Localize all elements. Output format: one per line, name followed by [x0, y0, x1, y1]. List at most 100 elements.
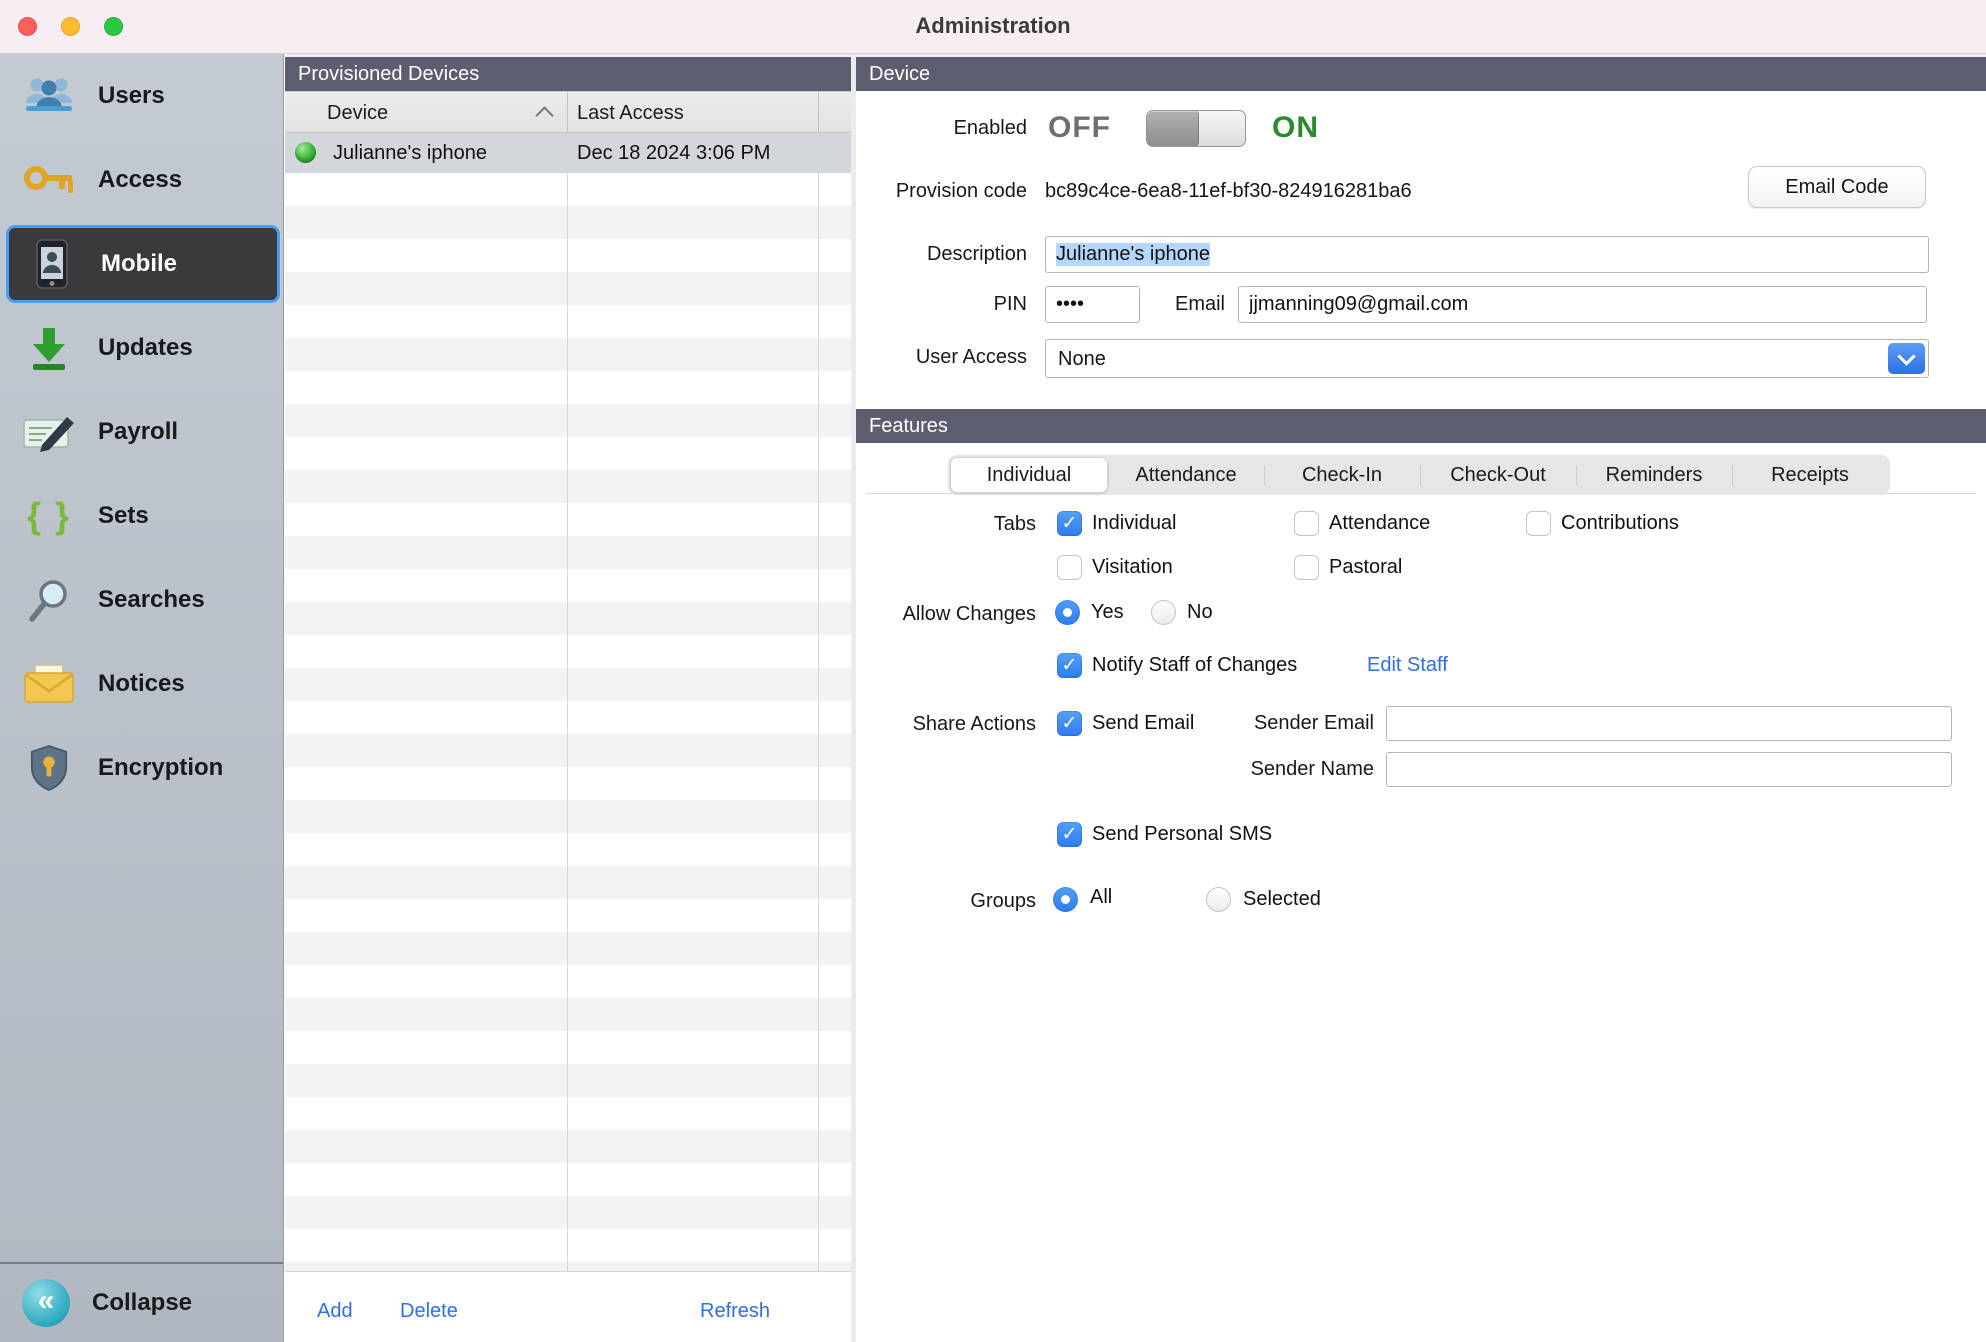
toggle-off-label: OFF	[1048, 108, 1111, 148]
key-icon	[16, 162, 82, 198]
refresh-devices-button[interactable]: Refresh	[700, 1300, 770, 1323]
user-access-label: User Access	[777, 344, 1027, 370]
check-pen-icon	[16, 411, 82, 453]
column-separator	[567, 92, 568, 132]
sidebar-item-label: Access	[98, 166, 182, 194]
checkbox-send-personal-sms[interactable]	[1057, 822, 1082, 847]
sidebar-item-label: Mobile	[101, 250, 177, 278]
table-column-line	[567, 133, 568, 1271]
checkbox-pastoral-label: Pastoral	[1329, 555, 1402, 580]
tab-receipts[interactable]: Receipts	[1732, 457, 1888, 493]
sidebar: Users Access	[0, 54, 284, 1342]
sidebar-item-searches[interactable]: Searches	[0, 558, 283, 642]
tab-check-out[interactable]: Check-Out	[1420, 457, 1576, 493]
sidebar-item-mobile[interactable]: Mobile	[6, 225, 280, 303]
checkbox-attendance-label: Attendance	[1329, 511, 1430, 536]
sidebar-item-payroll[interactable]: Payroll	[0, 390, 283, 474]
collapse-button[interactable]: Collapse	[0, 1262, 283, 1342]
features-tab-bar: Individual Attendance Check-In Check-Out…	[948, 455, 1890, 495]
sidebar-item-users[interactable]: Users	[0, 54, 283, 138]
device-row[interactable]: Julianne's iphone Dec 18 2024 3:06 PM	[285, 133, 851, 173]
groups-label: Groups	[786, 888, 1036, 914]
pin-label: PIN	[827, 291, 1027, 317]
sidebar-item-label: Updates	[98, 334, 193, 362]
checkbox-attendance[interactable]	[1294, 511, 1319, 536]
sidebar-item-label: Notices	[98, 670, 185, 698]
radio-allow-changes-no[interactable]	[1151, 600, 1176, 625]
sidebar-item-label: Searches	[98, 586, 205, 614]
column-header-last-access[interactable]: Last Access	[577, 93, 684, 133]
email-code-button[interactable]: Email Code	[1748, 166, 1926, 208]
collapse-label: Collapse	[92, 1289, 192, 1317]
provision-code-label: Provision code	[777, 178, 1027, 204]
dropdown-button[interactable]	[1888, 343, 1925, 374]
administration-window: Administration Users	[0, 0, 1986, 1342]
radio-yes-label: Yes	[1091, 600, 1124, 625]
description-input[interactable]: Julianne's iphone	[1045, 236, 1929, 273]
mobile-icon	[19, 239, 85, 289]
last-access-cell: Dec 18 2024 3:06 PM	[577, 133, 770, 173]
enabled-label: Enabled	[827, 115, 1027, 141]
checkbox-individual-label: Individual	[1092, 511, 1177, 536]
tab-reminders[interactable]: Reminders	[1576, 457, 1732, 493]
column-separator	[818, 92, 819, 132]
radio-selected-label: Selected	[1243, 887, 1321, 912]
delete-device-button[interactable]: Delete	[400, 1300, 458, 1323]
tab-individual[interactable]: Individual	[950, 457, 1108, 493]
provisioned-devices-title: Provisioned Devices	[298, 63, 479, 86]
checkbox-send-personal-sms-label: Send Personal SMS	[1092, 822, 1272, 847]
tab-attendance[interactable]: Attendance	[1108, 457, 1264, 493]
user-access-value: None	[1058, 346, 1106, 372]
device-panel-header: Device	[856, 57, 1986, 91]
sidebar-item-sets[interactable]: Sets	[0, 474, 283, 558]
device-panel-title: Device	[869, 63, 930, 86]
toggle-knob	[1147, 111, 1199, 146]
checkbox-visitation[interactable]	[1057, 555, 1082, 580]
sidebar-item-label: Sets	[98, 502, 149, 530]
provision-code-value: bc89c4ce-6ea8-11ef-bf30-824916281ba6	[1045, 178, 1412, 204]
radio-all-label: All	[1090, 885, 1112, 910]
email-input[interactable]	[1238, 286, 1927, 323]
radio-groups-all[interactable]	[1053, 887, 1078, 912]
sidebar-item-label: Users	[98, 82, 165, 110]
allow-changes-label: Allow Changes	[786, 601, 1036, 627]
radio-groups-selected[interactable]	[1206, 887, 1231, 912]
sidebar-item-access[interactable]: Access	[0, 138, 283, 222]
tabs-group-label: Tabs	[836, 511, 1036, 537]
user-access-select[interactable]: None	[1045, 339, 1929, 378]
provisioned-devices-header: Provisioned Devices	[285, 57, 851, 91]
sidebar-item-label: Encryption	[98, 754, 223, 782]
radio-allow-changes-yes[interactable]	[1055, 600, 1080, 625]
add-device-button[interactable]: Add	[317, 1300, 353, 1323]
checkbox-visitation-label: Visitation	[1092, 555, 1173, 580]
checkbox-send-email[interactable]	[1057, 711, 1082, 736]
checkbox-pastoral[interactable]	[1294, 555, 1319, 580]
features-panel-title: Features	[869, 415, 948, 438]
share-actions-label: Share Actions	[786, 711, 1036, 737]
checkbox-notify-staff[interactable]	[1057, 653, 1082, 678]
status-online-icon	[295, 142, 316, 163]
sender-email-label: Sender Email	[1174, 710, 1374, 736]
sort-ascending-icon	[535, 106, 553, 124]
download-arrow-icon	[16, 325, 82, 371]
users-icon	[16, 75, 82, 117]
sender-email-input[interactable]	[1386, 706, 1952, 741]
radio-no-label: No	[1187, 600, 1213, 625]
toggle-on-label: ON	[1272, 108, 1319, 148]
table-bottom-border	[285, 1271, 851, 1272]
sidebar-item-encryption[interactable]: Encryption	[0, 726, 283, 810]
tab-check-in[interactable]: Check-In	[1264, 457, 1420, 493]
collapse-icon	[22, 1279, 70, 1327]
enabled-toggle[interactable]	[1146, 110, 1246, 147]
edit-staff-link[interactable]: Edit Staff	[1367, 653, 1448, 678]
checkbox-contributions-label: Contributions	[1561, 511, 1679, 536]
shield-lock-icon	[16, 744, 82, 792]
sender-name-input[interactable]	[1386, 752, 1952, 787]
checkbox-individual[interactable]	[1057, 511, 1082, 536]
email-label: Email	[1125, 291, 1225, 317]
device-name-cell: Julianne's iphone	[333, 133, 487, 173]
sidebar-item-notices[interactable]: Notices	[0, 642, 283, 726]
checkbox-contributions[interactable]	[1526, 511, 1551, 536]
sidebar-item-updates[interactable]: Updates	[0, 306, 283, 390]
column-header-device[interactable]: Device	[327, 93, 388, 133]
